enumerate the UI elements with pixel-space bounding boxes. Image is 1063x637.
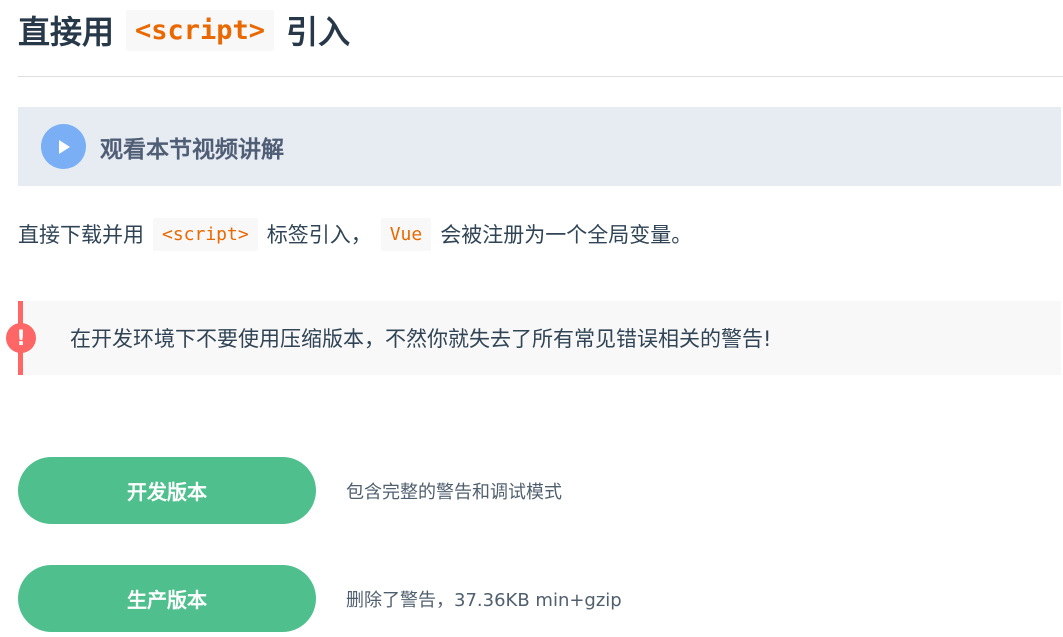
download-row-dev: 开发版本 包含完整的警告和调试模式 <box>18 457 562 524</box>
video-link-box[interactable]: 观看本节视频讲解 <box>18 107 1061 186</box>
dev-version-button[interactable]: 开发版本 <box>18 457 316 524</box>
title-suffix: 引入 <box>286 13 351 51</box>
play-triangle <box>58 139 70 154</box>
play-icon[interactable] <box>41 124 86 169</box>
heading-divider <box>18 76 1063 77</box>
intro-text-1: 直接下载并用 <box>18 223 144 247</box>
intro-text-2: 标签引入， <box>266 223 372 247</box>
prod-version-description: 删除了警告，37.36KB min+gzip <box>346 589 622 611</box>
intro-code-script: <script> <box>153 217 258 251</box>
download-row-prod: 生产版本 删除了警告，37.36KB min+gzip <box>18 565 622 632</box>
title-code: <script> <box>126 9 275 51</box>
intro-paragraph: 直接下载并用 <script> 标签引入， Vue 会被注册为一个全局变量。 <box>18 214 692 254</box>
video-link-label[interactable]: 观看本节视频讲解 <box>100 130 284 164</box>
dev-version-description: 包含完整的警告和调试模式 <box>346 481 562 503</box>
warning-tip: ! 在开发环境下不要使用压缩版本，不然你就失去了所有常见错误相关的警告! <box>6 301 1061 375</box>
prod-version-button[interactable]: 生产版本 <box>18 565 316 632</box>
intro-text-3: 会被注册为一个全局变量。 <box>440 223 693 247</box>
warning-text: 在开发环境下不要使用压缩版本，不然你就失去了所有常见错误相关的警告! <box>70 327 772 351</box>
exclamation-icon: ! <box>6 323 36 353</box>
intro-code-vue: Vue <box>380 217 432 251</box>
page-title: 直接用 <script> 引入 <box>18 5 350 55</box>
title-prefix: 直接用 <box>18 13 115 51</box>
